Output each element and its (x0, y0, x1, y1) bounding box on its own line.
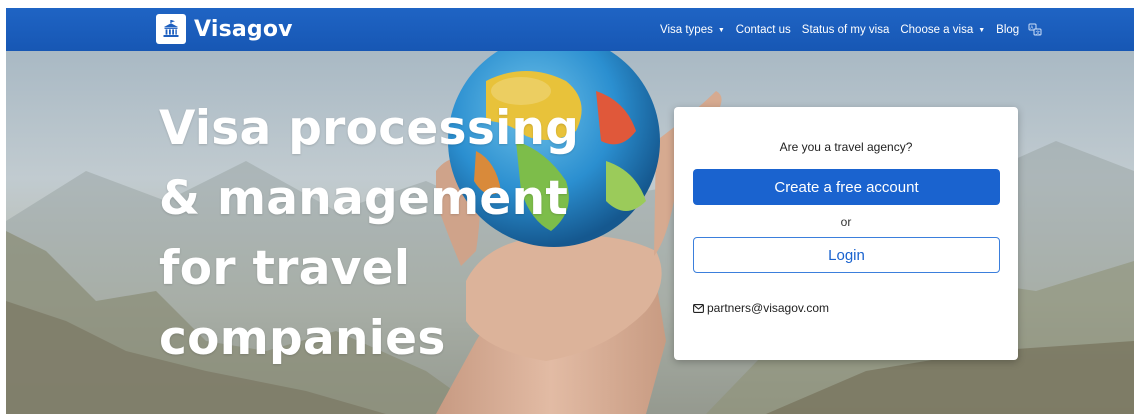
envelope-icon (693, 303, 704, 313)
brand-home-link[interactable]: Visagov (156, 13, 293, 45)
nav-item-label: Status of my visa (801, 23, 890, 36)
nav-item-label: Choose a visa (900, 23, 974, 36)
agency-question: Are you a travel agency? (779, 140, 913, 154)
top-navbar: Visagov Visa types ▼ Contact us Status o… (6, 8, 1134, 51)
government-building-icon (156, 14, 186, 44)
nav-menu: Visa types ▼ Contact us Status of my vis… (660, 8, 1053, 51)
nav-item-choose-a-visa[interactable]: Choose a visa ▼ (900, 24, 985, 36)
hero-section: Visa processing & management for travel … (6, 51, 1134, 414)
brand-name: Visagov (194, 16, 293, 42)
nav-item-status-of-my-visa[interactable]: Status of my visa (802, 24, 890, 36)
login-button[interactable]: Login (693, 237, 1000, 273)
hero-title-line: for travel (159, 241, 411, 296)
nav-item-contact-us[interactable]: Contact us (736, 24, 791, 36)
hero-title-line: & management (159, 171, 569, 226)
hero-title-line: companies (159, 311, 446, 366)
translate-icon[interactable]: A 文 (1028, 23, 1042, 37)
or-separator: or (840, 215, 852, 229)
nav-item-label: Blog (996, 23, 1020, 36)
create-account-button[interactable]: Create a free account (693, 169, 1000, 205)
svg-text:文: 文 (1036, 29, 1041, 36)
nav-item-visa-types[interactable]: Visa types ▼ (660, 24, 725, 36)
caret-down-icon: ▼ (978, 26, 986, 34)
partners-email-link[interactable]: partners@visagov.com (693, 301, 829, 315)
nav-item-blog[interactable]: Blog (996, 24, 1019, 36)
page-frame: Visagov Visa types ▼ Contact us Status o… (6, 8, 1134, 414)
hero-title: Visa processing & management for travel … (159, 94, 639, 374)
hero-title-line: Visa processing (159, 101, 580, 156)
signup-card: Are you a travel agency? Create a free a… (674, 107, 1018, 360)
nav-item-label: Contact us (735, 23, 791, 36)
partners-email: partners@visagov.com (707, 301, 830, 315)
nav-item-label: Visa types (660, 23, 713, 36)
caret-down-icon: ▼ (717, 26, 725, 34)
